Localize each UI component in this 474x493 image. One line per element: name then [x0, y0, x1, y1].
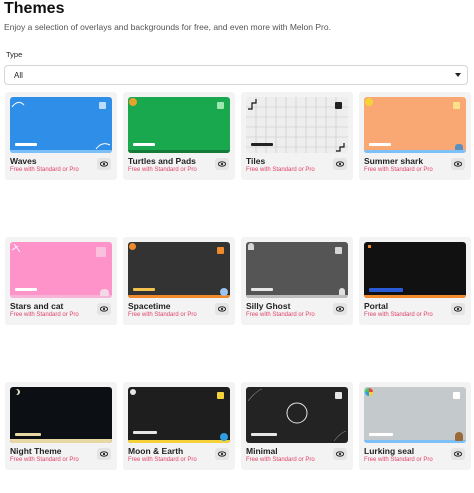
theme-thumbnail-summer-shark: [364, 97, 466, 153]
chevron-down-icon: [455, 73, 461, 77]
theme-thumbnail-night-theme: [10, 387, 112, 443]
eye-icon: [218, 161, 226, 167]
theme-thumbnail-stars-and-cat: [10, 242, 112, 298]
preview-button[interactable]: [451, 158, 465, 170]
theme-name: Lurking seal: [364, 446, 415, 456]
preview-button[interactable]: [97, 158, 111, 170]
eye-icon: [100, 451, 108, 457]
theme-card[interactable]: Moon & Earth Free with Standard or Pro: [123, 382, 235, 470]
theme-card[interactable]: Tiles Free with Standard or Pro: [241, 92, 353, 180]
theme-pro-note: Free with Standard or Pro: [364, 167, 433, 173]
theme-name: Portal: [364, 301, 389, 311]
theme-pro-note: Free with Standard or Pro: [10, 167, 79, 173]
theme-thumbnail-spacetime: [128, 242, 230, 298]
theme-pro-note: Free with Standard or Pro: [10, 312, 79, 318]
theme-card[interactable]: Minimal Free with Standard or Pro: [241, 382, 353, 470]
preview-button[interactable]: [451, 448, 465, 460]
eye-icon: [218, 306, 226, 312]
eye-icon: [454, 161, 462, 167]
theme-thumbnail-tiles: [246, 97, 348, 153]
theme-pro-note: Free with Standard or Pro: [246, 457, 315, 463]
preview-button[interactable]: [215, 158, 229, 170]
eye-icon: [454, 306, 462, 312]
preview-button[interactable]: [215, 448, 229, 460]
theme-card[interactable]: Night Theme Free with Standard or Pro: [5, 382, 117, 470]
preview-button[interactable]: [97, 303, 111, 315]
theme-card[interactable]: Stars and cat Free with Standard or Pro: [5, 237, 117, 325]
theme-name: Night Theme: [10, 446, 62, 456]
theme-thumbnail-moon-and-earth: [128, 387, 230, 443]
eye-icon: [336, 451, 344, 457]
type-select[interactable]: All: [4, 65, 468, 85]
eye-icon: [336, 306, 344, 312]
theme-name: Stars and cat: [10, 301, 64, 311]
theme-card[interactable]: Waves Free with Standard or Pro: [5, 92, 117, 180]
eye-icon: [100, 161, 108, 167]
eye-icon: [218, 451, 226, 457]
theme-name: Silly Ghost: [246, 301, 291, 311]
theme-pro-note: Free with Standard or Pro: [128, 167, 197, 173]
theme-pro-note: Free with Standard or Pro: [246, 312, 315, 318]
theme-name: Tiles: [246, 156, 266, 166]
eye-icon: [336, 161, 344, 167]
theme-card[interactable]: Summer shark Free with Standard or Pro: [359, 92, 471, 180]
theme-pro-note: Free with Standard or Pro: [128, 457, 197, 463]
preview-button[interactable]: [333, 303, 347, 315]
theme-thumbnail-turtles-and-pads: [128, 97, 230, 153]
theme-pro-note: Free with Standard or Pro: [364, 457, 433, 463]
preview-button[interactable]: [451, 303, 465, 315]
theme-card[interactable]: Silly Ghost Free with Standard or Pro: [241, 237, 353, 325]
theme-thumbnail-portal: [364, 242, 466, 298]
theme-thumbnail-silly-ghost: [246, 242, 348, 298]
theme-name: Turtles and Pads: [128, 156, 196, 166]
theme-card[interactable]: Portal Free with Standard or Pro: [359, 237, 471, 325]
theme-pro-note: Free with Standard or Pro: [10, 457, 79, 463]
theme-pro-note: Free with Standard or Pro: [364, 312, 433, 318]
page-title: Themes: [4, 0, 65, 17]
theme-name: Waves: [10, 156, 37, 166]
theme-name: Spacetime: [128, 301, 171, 311]
preview-button[interactable]: [333, 158, 347, 170]
eye-icon: [454, 451, 462, 457]
preview-button[interactable]: [333, 448, 347, 460]
theme-card[interactable]: Spacetime Free with Standard or Pro: [123, 237, 235, 325]
preview-button[interactable]: [97, 448, 111, 460]
theme-pro-note: Free with Standard or Pro: [246, 167, 315, 173]
theme-name: Summer shark: [364, 156, 424, 166]
theme-card[interactable]: Turtles and Pads Free with Standard or P…: [123, 92, 235, 180]
theme-name: Minimal: [246, 446, 278, 456]
theme-card[interactable]: Lurking seal Free with Standard or Pro: [359, 382, 471, 470]
page-subtitle: Enjoy a selection of overlays and backgr…: [4, 22, 331, 32]
theme-thumbnail-lurking-seal: [364, 387, 466, 443]
theme-pro-note: Free with Standard or Pro: [128, 312, 197, 318]
preview-button[interactable]: [215, 303, 229, 315]
theme-thumbnail-minimal: [246, 387, 348, 443]
type-select-value: All: [14, 71, 23, 80]
theme-name: Moon & Earth: [128, 446, 184, 456]
eye-icon: [100, 306, 108, 312]
theme-thumbnail-waves: [10, 97, 112, 153]
type-filter-label: Type: [6, 50, 23, 59]
